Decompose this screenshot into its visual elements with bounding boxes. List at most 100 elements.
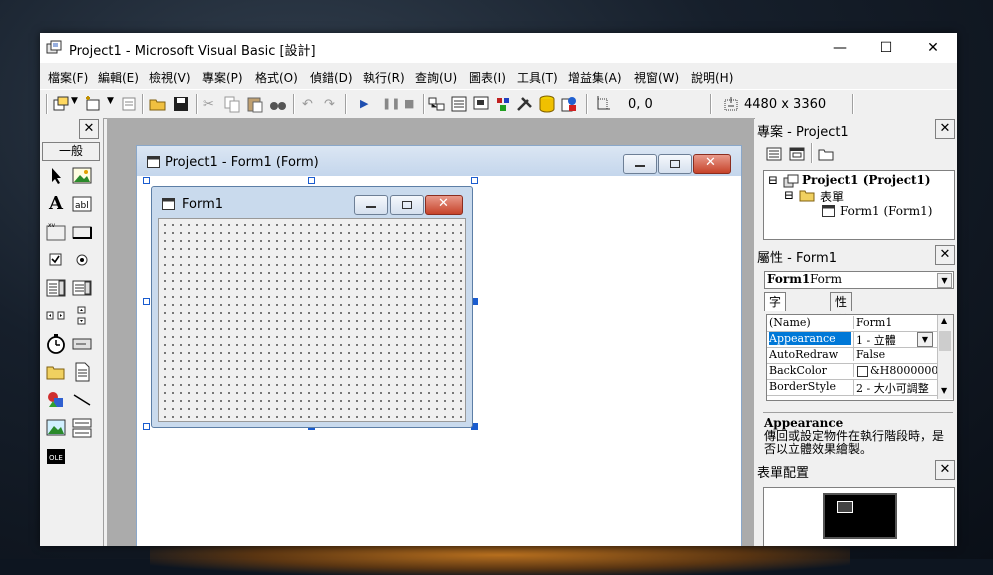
timer-tool-icon[interactable] [45,333,67,355]
toolbar-grip[interactable] [46,94,48,114]
hscrollbar-tool-icon[interactable] [45,305,67,327]
toolbox-close-button[interactable]: ✕ [79,119,99,139]
data-tool-icon[interactable] [71,417,93,439]
property-grid-scrollbar[interactable]: ▲ ▼ [937,315,953,399]
menu-addins[interactable]: 增益集(A) [568,69,622,86]
commandbutton-tool-icon[interactable] [71,221,93,243]
object-selector[interactable]: Form1 Form ▼ [764,271,954,289]
tree-form1-node[interactable]: Form1 (Form1) [840,204,932,218]
object-browser-icon[interactable] [494,95,512,113]
textbox-tool-icon[interactable]: abl [71,193,93,215]
scroll-down-icon[interactable]: ▼ [941,386,947,395]
property-row[interactable]: AutoRedraw False [767,347,937,364]
start-icon[interactable]: ▶ [360,97,368,110]
menu-project[interactable]: 專案(P) [202,69,243,86]
property-name: Appearance [769,332,851,345]
shape-tool-icon[interactable] [45,389,67,411]
paste-icon[interactable] [246,95,264,113]
drivelistbox-tool-icon[interactable] [71,333,93,355]
tree-collapse-icon[interactable]: ⊟ [784,188,794,202]
designer-minimize-button[interactable] [623,154,657,174]
form-layout-close-button[interactable]: ✕ [935,460,955,480]
vscrollbar-tool-icon[interactable] [71,305,93,327]
designer-maximize-button[interactable] [658,154,692,174]
view-code-icon[interactable] [765,146,783,162]
listbox-tool-icon[interactable] [71,277,93,299]
cut-icon[interactable]: ✂ [203,97,214,112]
menu-edit[interactable]: 編輯(E) [98,69,139,86]
form1-grid[interactable] [158,218,466,422]
properties-window-icon[interactable] [450,95,468,113]
combobox-tool-icon[interactable] [45,277,67,299]
scroll-up-icon[interactable]: ▲ [941,316,947,325]
dropdown-arrow-icon[interactable]: ▼ [107,96,114,106]
redo-icon[interactable]: ↷ [324,97,335,112]
property-row[interactable]: Appearance 1 - 立體 ▼ [767,331,937,348]
image-tool-icon[interactable] [45,417,67,439]
label-tool-icon[interactable]: A [45,193,67,215]
menu-help[interactable]: 說明(H) [691,69,733,86]
chevron-down-icon[interactable]: ▼ [937,273,952,288]
copy-icon[interactable] [223,95,241,113]
form-position-marker[interactable] [837,501,853,513]
menu-file[interactable]: 檔案(F) [48,69,88,86]
frame-tool-icon[interactable]: xv [45,221,67,243]
property-row[interactable]: BorderStyle 2 - 大小可調整 [767,379,937,396]
find-icon[interactable] [269,95,287,113]
property-row[interactable]: (Name) Form1 [767,315,937,332]
checkbox-tool-icon[interactable] [45,249,67,271]
picturebox-tool-icon[interactable] [71,165,93,187]
toggle-folders-icon[interactable] [817,146,835,162]
project-panel-close-button[interactable]: ✕ [935,119,955,139]
toolbox-icon[interactable] [516,95,534,113]
designer-close-button[interactable]: ✕ [693,154,731,174]
view-object-icon[interactable] [788,146,806,162]
menu-query[interactable]: 查詢(U) [415,69,457,86]
close-button[interactable]: ✕ [910,33,956,63]
menu-format[interactable]: 格式(O) [255,69,298,86]
toolbox-tab-general[interactable]: 一般 [42,142,100,161]
property-row[interactable]: BackColor &H8000000 [767,363,938,380]
tree-project-node[interactable]: Project1 (Project1) [802,173,931,187]
minimize-button[interactable]: — [817,33,863,63]
project-explorer-icon[interactable] [428,95,446,113]
stop-icon[interactable]: ■ [404,97,414,110]
tree-collapse-icon[interactable]: ⊟ [768,173,778,187]
dirlistbox-tool-icon[interactable] [45,361,67,383]
pause-icon[interactable]: ❚❚ [382,97,400,110]
add-project-icon[interactable] [52,95,70,113]
properties-panel-title: 屬性 - Form1 [757,251,837,266]
title-bar[interactable]: Project1 - Microsoft Visual Basic [設計] —… [40,33,957,63]
dropdown-arrow-icon[interactable]: ▼ [71,96,78,106]
tab-categorized[interactable]: 性質分類 [830,292,853,363]
data-view-icon[interactable] [538,95,556,113]
tab-alphabetic[interactable]: 字母順序 [764,292,787,363]
menu-tools[interactable]: 工具(T) [517,69,558,86]
tree-forms-folder[interactable]: 表單 [820,188,844,205]
menu-run[interactable]: 執行(R) [363,69,405,86]
toolbar-separator [710,94,712,114]
form-designer-titlebar[interactable]: Project1 - Form1 (Form) ✕ [137,146,741,176]
menu-window[interactable]: 視窗(W) [634,69,679,86]
menu-debug[interactable]: 偵錯(D) [310,69,353,86]
optionbutton-tool-icon[interactable] [71,249,93,271]
component-manager-icon[interactable] [560,95,578,113]
undo-icon[interactable]: ↶ [302,97,313,112]
line-tool-icon[interactable] [71,389,93,411]
add-form-icon[interactable] [84,95,102,113]
pointer-tool-icon[interactable] [45,165,67,187]
form-layout-icon[interactable] [472,95,490,113]
open-project-icon[interactable] [149,95,167,113]
properties-panel-close-button[interactable]: ✕ [935,245,955,265]
scrollbar-thumb[interactable] [939,331,951,351]
maximize-button[interactable]: ☐ [863,33,909,63]
toolbox-panel: ✕ 一般 A abl xv OLE [40,118,104,546]
menu-diagram[interactable]: 圖表(I) [469,69,506,86]
menu-view[interactable]: 檢視(V) [149,69,191,86]
chevron-down-icon[interactable]: ▼ [917,332,933,347]
filelistbox-tool-icon[interactable] [71,361,93,383]
form1-design-surface[interactable]: Form1 ✕ [151,186,473,428]
menu-editor-icon[interactable] [120,95,138,113]
ole-tool-icon[interactable]: OLE [45,445,67,467]
save-icon[interactable] [172,95,190,113]
